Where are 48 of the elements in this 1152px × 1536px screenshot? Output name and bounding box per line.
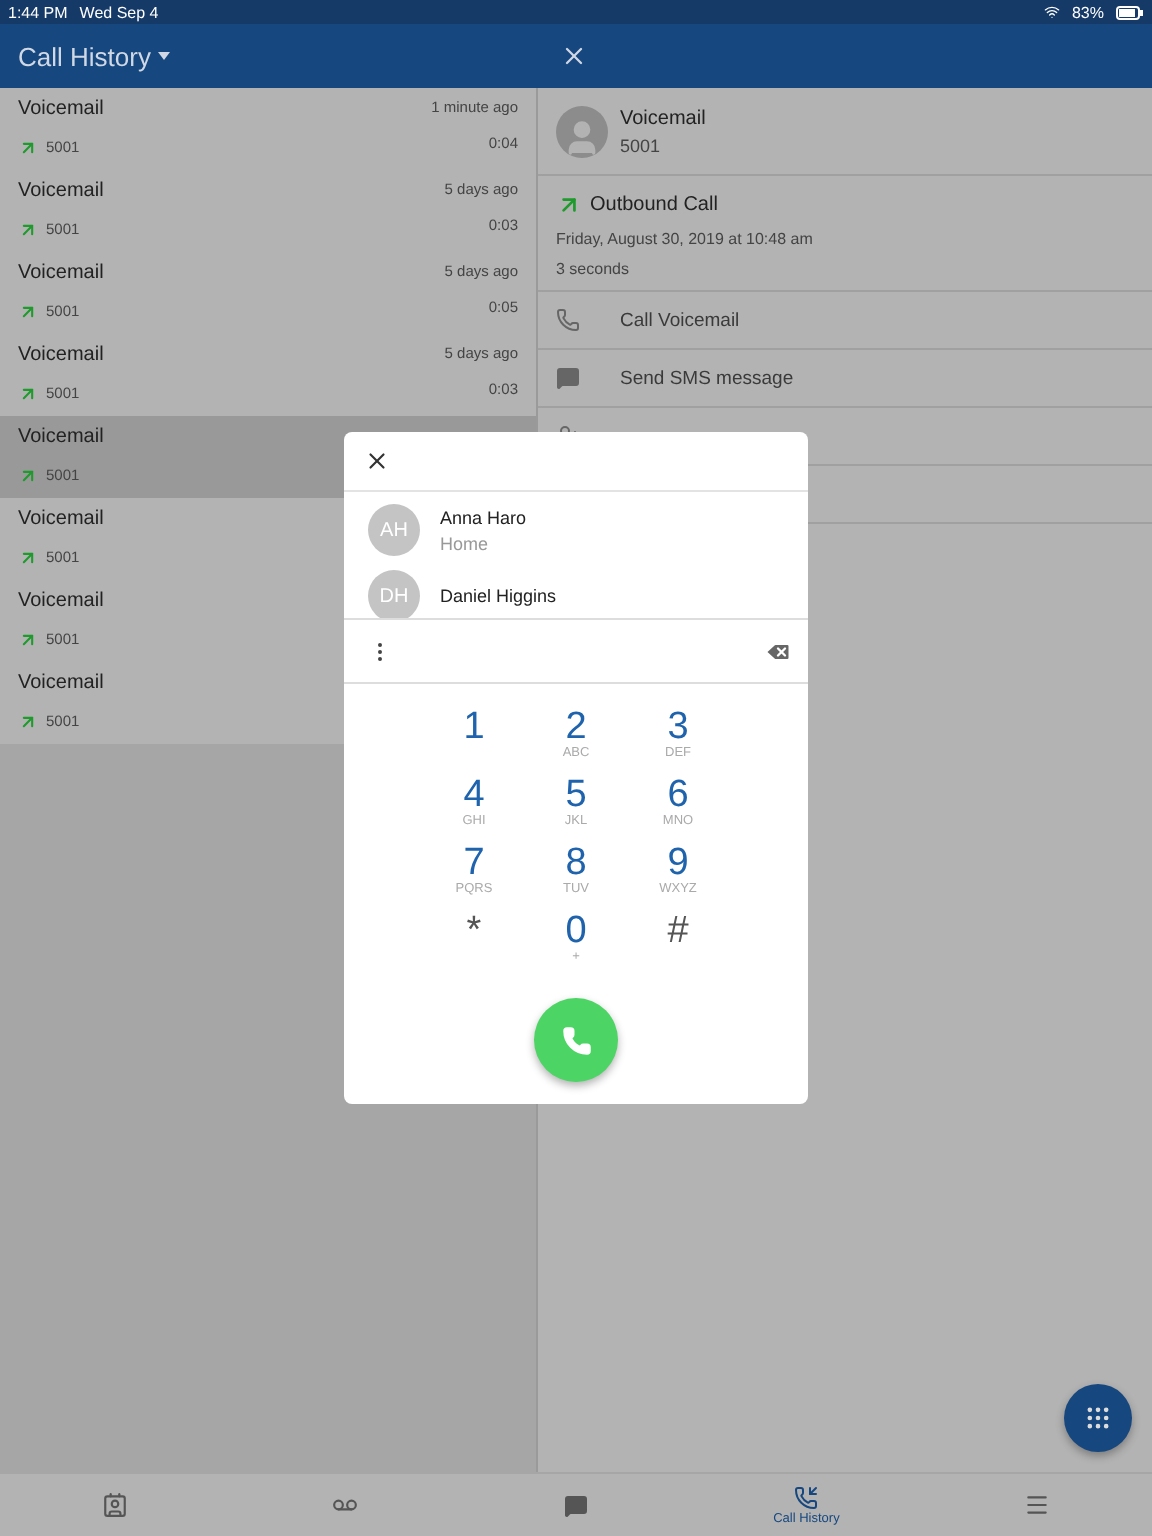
suggestion-name[interactable]: Anna Haro [440,507,527,527]
call-length: 3 seconds [556,260,631,278]
phone-icon [561,1025,591,1055]
caller-name: Voicemail [18,672,104,698]
outbound-arrow-icon [18,301,38,321]
caller-name: Voicemail [18,508,104,534]
outbound-arrow-icon [556,192,582,218]
header-title[interactable]: Call History [18,41,151,71]
wifi-icon [1043,4,1060,20]
status-date: Wed Sep 4 [79,3,159,21]
message-icon [556,366,580,390]
caller-name: Voicemail [18,426,104,452]
caller-name: Voicemail [18,590,104,616]
contact-number: 5001 [620,135,663,155]
outbound-arrow-icon [18,137,38,157]
initials-avatar: DH [368,570,420,618]
outbound-arrow-icon [18,383,38,403]
action-item[interactable]: Send SMS message [620,367,794,389]
suggestion-label: Home [440,533,491,553]
caller-name: Voicemail [18,180,104,206]
dialpad-icon [1084,1404,1112,1432]
outbound-arrow-icon [18,711,38,731]
caller-name: Voicemail [18,344,104,370]
initials-avatar: AH [368,504,420,556]
phone-icon [556,308,580,332]
close-icon[interactable] [560,42,588,70]
contact-card-icon [102,1492,129,1518]
dial-key[interactable]: * [430,912,518,974]
outbound-arrow-icon [18,465,38,485]
dial-key[interactable]: # [634,912,722,974]
outbound-arrow-icon [18,629,38,649]
contact-name: Voicemail [620,107,706,129]
avatar-icon [556,105,608,157]
action-item[interactable]: Call Voicemail [620,309,740,331]
outbound-arrow-icon [18,219,38,239]
call-direction: Outbound Call [590,194,718,216]
close-icon[interactable] [364,448,390,474]
outbound-arrow-icon [18,547,38,567]
phone-icon [794,1485,819,1509]
battery-icon [1116,5,1144,19]
battery-percent: 83% [1071,3,1104,21]
message-icon [564,1493,588,1517]
call-date: Friday, August 30, 2019 at 10:48 am [556,230,815,248]
menu-icon [1023,1492,1050,1518]
status-time: 1:44 PM [8,3,68,21]
caller-name: Voicemail [18,262,104,288]
caret-icon[interactable] [158,52,171,60]
caller-name: Voicemail [18,98,104,124]
